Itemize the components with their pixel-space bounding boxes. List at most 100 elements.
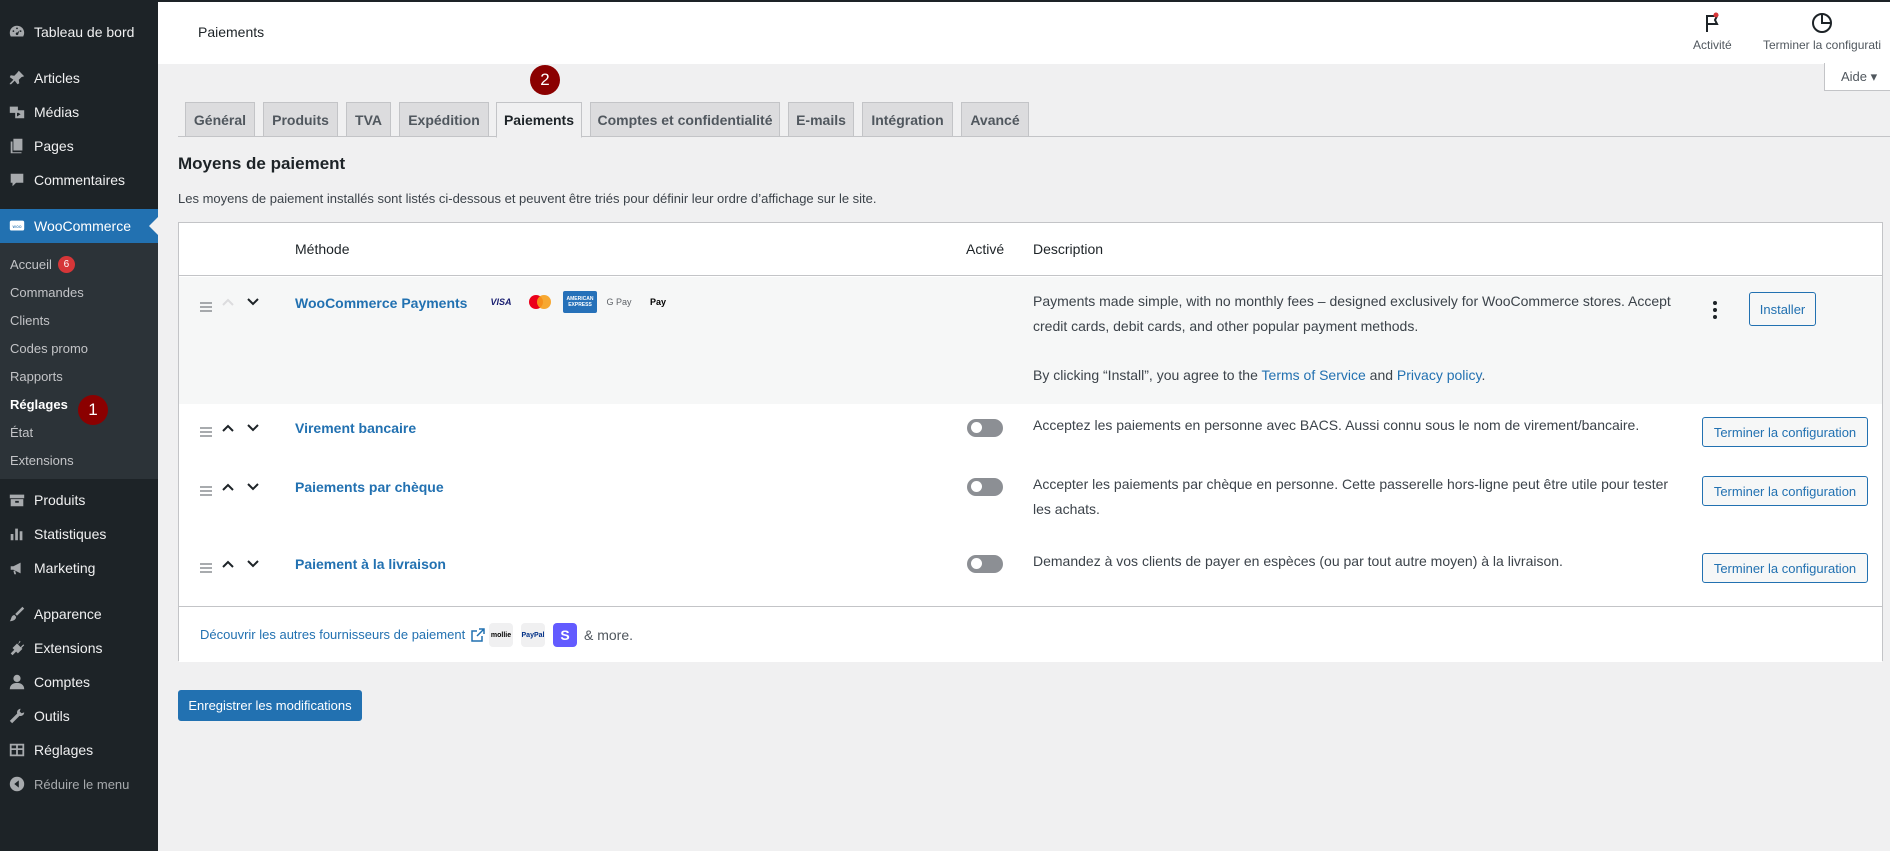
menu-dashboard[interactable]: Tableau de bord (0, 15, 158, 49)
admin-sidebar: Tableau de bord Articles Médias Pages Co… (0, 2, 158, 851)
annotation-marker-1: 1 (78, 395, 108, 425)
activity-button[interactable]: Activité (1693, 12, 1732, 52)
menu-stats[interactable]: Statistiques (0, 517, 158, 551)
move-up-icon[interactable] (220, 420, 236, 436)
save-changes-button[interactable]: Enregistrer les modifications (178, 690, 362, 721)
tab-accounts-privacy[interactable]: Comptes et confidentialité (590, 102, 780, 137)
sub-extensions[interactable]: Extensions (10, 450, 74, 470)
terms-of-service-link[interactable]: Terms of Service (1262, 367, 1366, 383)
menu-tools[interactable]: Outils (0, 699, 158, 733)
menu-medias[interactable]: Médias (0, 95, 158, 129)
apple-pay-logo: Pay (644, 291, 672, 313)
collapse-icon (0, 775, 34, 793)
sub-status[interactable]: État (10, 422, 33, 442)
drag-handle-icon[interactable] (199, 302, 213, 312)
install-button[interactable]: Installer (1749, 292, 1816, 326)
enable-toggle[interactable] (967, 419, 1003, 437)
method-name-link[interactable]: Paiements par chèque (295, 479, 444, 495)
menu-pages[interactable]: Pages (0, 129, 158, 163)
menu-comments[interactable]: Commentaires (0, 163, 158, 197)
menu-marketing[interactable]: Marketing (0, 551, 158, 585)
move-up-icon[interactable] (220, 479, 236, 495)
menu-articles[interactable]: Articles (0, 61, 158, 95)
mollie-logo: mollie (489, 623, 513, 647)
sub-customers[interactable]: Clients (10, 310, 50, 330)
mastercard-logo (528, 291, 552, 313)
privacy-policy-link[interactable]: Privacy policy (1397, 367, 1482, 383)
tab-shipping[interactable]: Expédition (399, 102, 489, 137)
menu-users[interactable]: Comptes (0, 665, 158, 699)
tab-products[interactable]: Produits (263, 102, 338, 137)
pin-icon (0, 69, 34, 87)
and-more-text: & more. (584, 627, 634, 643)
menu-tools-label: Outils (34, 708, 70, 724)
terms-prefix: By clicking “Install”, you agree to the (1033, 367, 1262, 383)
method-name-link[interactable]: Virement bancaire (295, 420, 416, 436)
finish-setup-button[interactable]: Terminer la configuration (1702, 476, 1868, 506)
sub-coupons-label: Codes promo (10, 340, 89, 356)
tab-tax[interactable]: TVA (346, 102, 391, 137)
stripe-logo: S (553, 623, 577, 647)
menu-users-label: Comptes (34, 674, 91, 690)
move-down-icon[interactable] (245, 556, 261, 572)
google-pay-logo: G Pay (606, 297, 632, 307)
menu-plugins[interactable]: Extensions (0, 631, 158, 665)
finish-setup-button[interactable]: Terminer la configurati (1763, 12, 1881, 52)
flag-icon (1706, 12, 1719, 32)
sub-settings[interactable]: Réglages (10, 394, 68, 414)
drag-handle-icon[interactable] (199, 427, 213, 437)
method-name-link[interactable]: Paiement à la livraison (295, 556, 446, 572)
menu-appearance-label: Apparence (34, 606, 102, 622)
menu-products[interactable]: Produits (0, 483, 158, 517)
move-down-icon[interactable] (245, 479, 261, 495)
menu-settings[interactable]: Réglages (0, 733, 158, 767)
finish-setup-button[interactable]: Terminer la configuration (1702, 417, 1868, 447)
help-button[interactable]: Aide ▾ (1824, 63, 1890, 91)
method-description: Acceptez les paiements en personne avec … (1033, 417, 1640, 433)
wrench-icon (0, 707, 34, 725)
tab-payments[interactable]: Paiements (496, 102, 582, 138)
col-description: Description (1033, 241, 1104, 257)
table-row: Virement bancaire Acceptez les paiements… (179, 404, 1882, 463)
menu-woocommerce[interactable]: woo WooCommerce (0, 209, 158, 243)
move-up-icon[interactable] (220, 556, 236, 572)
method-name-link[interactable]: WooCommerce Payments (295, 295, 467, 311)
svg-text:woo: woo (12, 225, 21, 230)
sub-coupons[interactable]: Codes promo (10, 338, 88, 358)
enable-toggle[interactable] (967, 478, 1003, 496)
menu-articles-label: Articles (34, 70, 80, 86)
table-header: Méthode Activé Description (179, 223, 1882, 276)
sub-home[interactable]: Accueil 6 (10, 254, 75, 274)
menu-appearance[interactable]: Apparence (0, 597, 158, 631)
sub-extensions-label: Extensions (10, 452, 74, 468)
drag-handle-icon[interactable] (199, 563, 213, 573)
more-options-icon[interactable] (1712, 300, 1718, 320)
external-link-icon (471, 627, 485, 642)
tab-emails[interactable]: E-mails (788, 102, 854, 137)
discover-providers-link[interactable]: Découvrir les autres fournisseurs de pai… (200, 627, 485, 642)
payment-methods-table: Méthode Activé Description WooCommerce P… (178, 222, 1883, 662)
notification-badge: 6 (57, 255, 75, 273)
drag-handle-icon[interactable] (199, 486, 213, 496)
sub-reports[interactable]: Rapports (10, 366, 63, 386)
sub-home-label: Accueil (10, 256, 52, 272)
collapse-menu-button[interactable]: Réduire le menu (0, 767, 158, 801)
move-down-icon[interactable] (245, 294, 261, 310)
finish-setup-button[interactable]: Terminer la configuration (1702, 553, 1868, 583)
tab-advanced[interactable]: Avancé (961, 102, 1029, 137)
sub-status-label: État (10, 424, 34, 440)
settings-icon (0, 741, 34, 759)
table-row: Paiement à la livraison Demandez à vos c… (179, 540, 1882, 606)
sub-orders[interactable]: Commandes (10, 282, 84, 302)
paypal-logo: PayPal (521, 623, 545, 647)
wcpay-desc-text: Payments made simple, with no monthly fe… (1033, 293, 1671, 334)
table-footer: Découvrir les autres fournisseurs de pai… (179, 606, 1882, 662)
enable-toggle[interactable] (967, 555, 1003, 573)
move-down-icon[interactable] (245, 420, 261, 436)
bar-chart-icon (0, 525, 34, 543)
tab-integration[interactable]: Intégration (862, 102, 953, 137)
amex-logo: AMERICAN EXPRESS (563, 291, 597, 313)
method-description: Accepter les paiements par chèque en per… (1033, 476, 1669, 517)
menu-medias-label: Médias (34, 104, 80, 120)
tab-general[interactable]: Général (185, 102, 255, 137)
